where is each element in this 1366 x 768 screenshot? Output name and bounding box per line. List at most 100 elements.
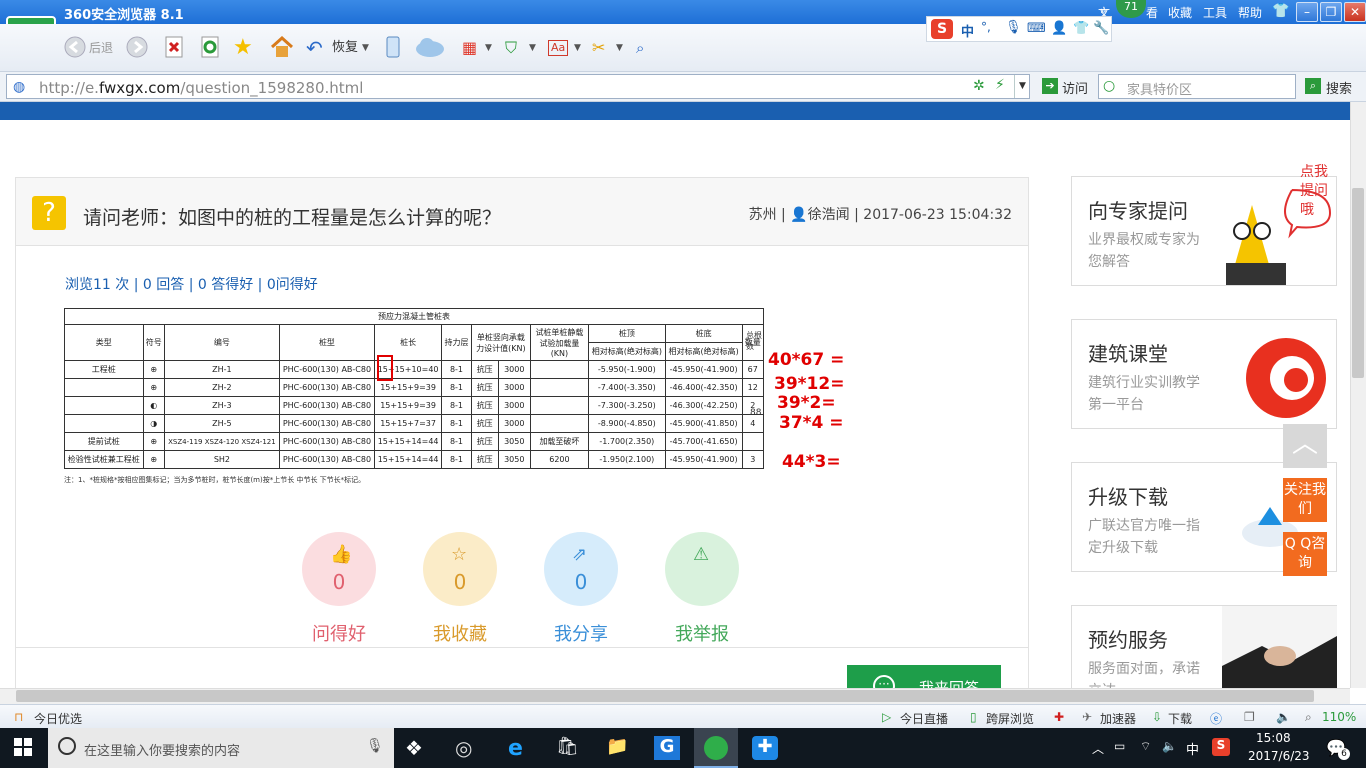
today-picks[interactable]: 今日优选 [34, 710, 82, 727]
phone-icon[interactable] [386, 36, 400, 60]
favorite-button[interactable]: ☆ 0 我收藏 [423, 532, 497, 646]
glodon-app-icon[interactable]: G [654, 736, 680, 760]
cross-screen[interactable]: 跨屏浏览 [986, 710, 1034, 727]
shield-dropdown-icon[interactable]: ▼ [529, 36, 536, 60]
search-engine-icon[interactable]: ○ [1103, 78, 1115, 94]
skin-icon[interactable]: 👕 [1073, 21, 1089, 36]
url-dropdown-icon[interactable]: ▼ [1014, 75, 1030, 98]
back-button[interactable]: 后退 [89, 36, 113, 60]
table-cell [741, 432, 764, 451]
favorite-star-icon[interactable]: ★ [233, 36, 253, 60]
url-input[interactable]: ◍ http://e.fwxgx.com/question_1598280.ht… [6, 74, 1030, 99]
shirt-icon[interactable]: 👕 [1272, 3, 1289, 19]
wifi-icon[interactable]: ⌔ [1140, 739, 1151, 754]
play-icon[interactable]: ▷ [882, 710, 891, 724]
restore-icon[interactable]: ↶ [306, 36, 323, 60]
visit-button[interactable]: 访问 [1062, 78, 1088, 97]
clock-date[interactable]: 2017/6/23 [1248, 749, 1310, 763]
window-icon[interactable]: ❐ [1244, 710, 1255, 724]
gift-icon[interactable]: ⊓ [14, 710, 23, 724]
user-icon[interactable]: 👤 [1051, 21, 1067, 36]
app-plus-icon[interactable]: ✚ [752, 736, 778, 760]
microphone-icon[interactable]: 🎙 [366, 738, 384, 754]
translate-icon[interactable]: Aa [548, 40, 569, 56]
sogou-tray-icon[interactable]: S [1212, 738, 1230, 756]
speed-mode-icon[interactable]: ⚡ [995, 77, 1005, 93]
sidebar-architecture-class[interactable]: 建筑课堂 建筑行业实训教学第一平台 [1071, 319, 1337, 429]
follow-us-button[interactable]: 关注我们 [1283, 478, 1327, 522]
menu-view[interactable]: 看 [1146, 4, 1158, 21]
maximize-button[interactable]: ❐ [1320, 2, 1342, 22]
horizontal-scroll-thumb[interactable] [16, 690, 1314, 702]
screenshot-dropdown-icon[interactable]: ▼ [616, 36, 623, 60]
answer-button[interactable]: ··· 我来回答 [847, 665, 1001, 688]
store-icon[interactable]: 🛍 [556, 736, 582, 760]
volume-icon[interactable]: 🔈 [1276, 710, 1291, 724]
ie-icon[interactable]: ⓔ [1210, 710, 1222, 727]
taskbar-search-input[interactable]: 在这里输入你要搜索的内容 🎙 [48, 728, 394, 768]
translate-dropdown-icon[interactable]: ▼ [574, 36, 581, 60]
battery-icon[interactable]: ▭ [1114, 739, 1125, 753]
stop-icon[interactable] [164, 36, 184, 60]
shield-icon[interactable]: ⛉ [505, 36, 517, 60]
download[interactable]: 下载 [1168, 710, 1192, 727]
phone-icon[interactable]: ▯ [970, 710, 977, 724]
task-view-icon[interactable]: ❖ [405, 736, 431, 760]
vertical-scroll-thumb[interactable] [1352, 188, 1364, 378]
search-icon[interactable]: ⌕ [1305, 78, 1321, 94]
report-button[interactable]: ⚠ 我举报 [665, 532, 739, 646]
microphone-icon[interactable]: 🎙 [1005, 20, 1022, 35]
plus-icon[interactable]: ✚ [1054, 710, 1064, 724]
zoom-icon[interactable]: ⌕ [636, 36, 644, 60]
question-meta: 苏州 | 👤徐浩闻 | 2017-06-23 15:04:32 [748, 207, 1012, 223]
restore-dropdown-icon[interactable]: ▼ [362, 36, 369, 60]
apps-icon[interactable]: ▦ [462, 36, 477, 60]
qq-consult-button[interactable]: Q Q咨询 [1283, 532, 1327, 576]
home-icon[interactable] [270, 35, 294, 60]
forward-icon[interactable] [126, 36, 148, 60]
360-browser-task-icon[interactable]: ◎ [455, 736, 481, 760]
ime-indicator[interactable]: 中 [1186, 739, 1199, 758]
apps-dropdown-icon[interactable]: ▼ [485, 36, 492, 60]
download-icon[interactable]: ⇩ [1152, 710, 1162, 724]
question-user[interactable]: 徐浩闻 [808, 207, 850, 223]
folder-icon[interactable]: 📁 [606, 736, 632, 760]
cloud-icon[interactable] [414, 36, 446, 60]
menu-help[interactable]: 帮助 [1238, 4, 1262, 21]
ime-mode[interactable]: 中 [961, 21, 974, 40]
ime-punct[interactable]: °, [981, 20, 991, 34]
windows-start-icon[interactable] [14, 738, 32, 759]
clock-time[interactable]: 15:08 [1256, 731, 1291, 745]
today-live[interactable]: 今日直播 [900, 710, 948, 727]
keyboard-icon[interactable]: ⌨ [1027, 21, 1046, 36]
ask-bubble[interactable]: 点我提问哦 [1300, 163, 1340, 220]
tray-up-icon[interactable]: ︿ [1092, 740, 1104, 757]
sidebar-appointment-service[interactable]: 预约服务 服务面对面，承诺立达 [1071, 605, 1337, 688]
sidebar-ask-expert[interactable]: 向专家提问 业界最权威专家为您解答 点我提问哦 [1071, 164, 1337, 286]
badge-count[interactable]: 71 [1116, 0, 1146, 18]
sogou-icon[interactable]: S [931, 19, 953, 39]
active-360-task[interactable] [694, 728, 738, 768]
minimize-button[interactable]: – [1296, 2, 1318, 22]
accelerator[interactable]: 加速器 [1100, 710, 1136, 727]
wrench-icon[interactable]: 🔧 [1093, 21, 1109, 36]
back-icon[interactable] [64, 36, 86, 60]
restore-button[interactable]: 恢复 [332, 36, 358, 60]
back-to-top-button[interactable]: ︿ [1283, 424, 1327, 468]
rocket-icon[interactable]: ✈ [1082, 710, 1092, 724]
edge-icon[interactable]: e [508, 736, 534, 761]
zoom-level[interactable]: 110% [1322, 710, 1356, 724]
loading-icon[interactable]: ✲ [973, 78, 985, 94]
zoom-icon[interactable]: ⌕ [1305, 710, 1312, 725]
search-button[interactable]: 搜索 [1326, 78, 1352, 97]
refresh-icon[interactable] [200, 36, 220, 60]
search-input[interactable]: ○ 家具特价区 [1098, 74, 1296, 99]
ask-good-button[interactable]: 👍 0 问得好 [302, 532, 376, 646]
go-arrow-icon[interactable]: ➔ [1042, 78, 1058, 94]
menu-favorites[interactable]: 收藏 [1168, 4, 1192, 21]
share-button[interactable]: ⇗ 0 我分享 [544, 532, 618, 646]
menu-tools[interactable]: 工具 [1203, 4, 1227, 21]
screenshot-icon[interactable]: ✂ [592, 36, 605, 60]
speaker-icon[interactable]: 🔈 [1162, 739, 1177, 753]
close-button[interactable]: ✕ [1344, 2, 1366, 22]
